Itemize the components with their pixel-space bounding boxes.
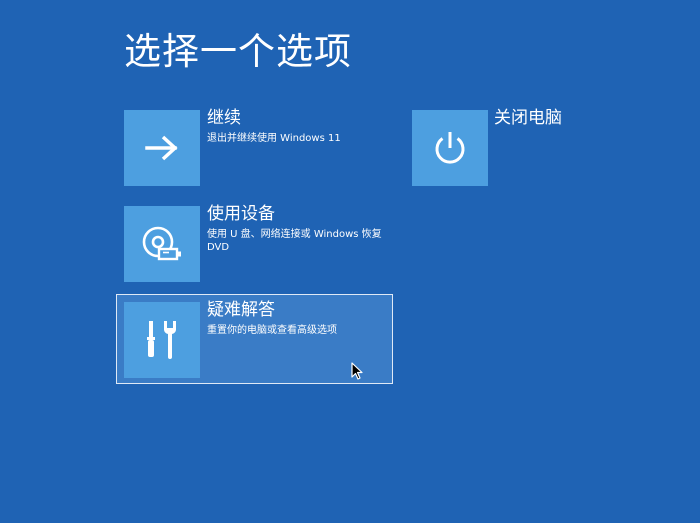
use-device-option[interactable]: 使用设备 使用 U 盘、网络连接或 Windows 恢复 DVD xyxy=(124,204,394,282)
arrow-right-icon xyxy=(145,135,178,161)
recovery-screen: 选择一个选项 继续 退出并继续使用 Windows 11 关闭电脑 使用设备 使… xyxy=(0,0,700,523)
use-device-description: 使用 U 盘、网络连接或 Windows 恢复 DVD xyxy=(207,229,382,253)
continue-description: 退出并继续使用 Windows 11 xyxy=(207,133,341,144)
shutdown-tile[interactable] xyxy=(412,110,488,186)
use-device-label: 使用设备 xyxy=(207,204,275,224)
troubleshoot-tile[interactable] xyxy=(124,302,200,378)
use-device-tile[interactable] xyxy=(124,206,200,282)
troubleshoot-label: 疑难解答 xyxy=(207,300,275,320)
shutdown-label: 关闭电脑 xyxy=(494,108,562,128)
troubleshoot-description: 重置你的电脑或查看高级选项 xyxy=(207,325,337,336)
continue-option[interactable]: 继续 退出并继续使用 Windows 11 xyxy=(124,108,394,186)
disc-usb-icon xyxy=(142,226,181,261)
mouse-pointer-icon xyxy=(351,362,363,380)
tools-icon xyxy=(147,321,176,359)
power-icon xyxy=(435,132,465,164)
shutdown-option[interactable]: 关闭电脑 xyxy=(412,108,612,186)
page-title: 选择一个选项 xyxy=(124,30,352,73)
continue-tile[interactable] xyxy=(124,110,200,186)
continue-label: 继续 xyxy=(207,108,241,128)
